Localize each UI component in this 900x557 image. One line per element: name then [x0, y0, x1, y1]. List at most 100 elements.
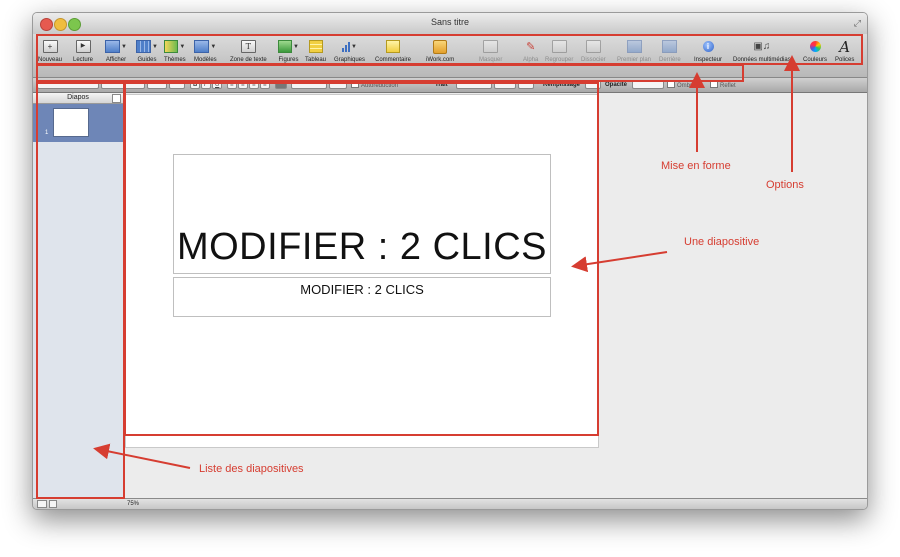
graphiques-label: Graphiques: [334, 57, 366, 63]
nouveau-label: Nouveau: [38, 57, 63, 63]
slide-number: 1: [45, 130, 49, 136]
font-icon: A: [839, 37, 851, 56]
regrouper-label: Regrouper: [545, 57, 574, 63]
front-icon: [626, 40, 642, 53]
couleurs-button[interactable]: Couleurs: [803, 38, 827, 63]
guides-label: Guides: [137, 57, 157, 63]
inspecteur-button[interactable]: i Inspecteur: [694, 38, 722, 63]
derriere-label: Derrière: [659, 57, 681, 63]
dissocier-label: Dissocier: [581, 57, 606, 63]
guides-button[interactable]: ▼ Guides: [136, 38, 158, 63]
figures-label: Figures: [278, 57, 299, 63]
commentaire-button[interactable]: Commentaire: [375, 38, 411, 63]
modeles-button[interactable]: ▼ Modèles: [194, 38, 217, 63]
play-icon: ▶: [75, 40, 91, 53]
view-icon: [105, 40, 120, 53]
stroke-style-select[interactable]: [456, 80, 492, 89]
plus-icon: +: [42, 40, 58, 53]
subtitle-placeholder[interactable]: MODIFIER : 2 CLICS: [173, 277, 551, 317]
lecture-label: Lecture: [73, 57, 94, 63]
premier-plan-button[interactable]: Premier plan: [617, 38, 651, 63]
annotation-options: Options: [766, 179, 804, 191]
commentaire-label: Commentaire: [375, 57, 412, 63]
guides-icon: [136, 40, 151, 53]
donnees-multimedias-label: Données multimédias: [733, 57, 791, 63]
derriere-button[interactable]: Derrière: [659, 38, 681, 63]
remplissage-label: Remplissage: [543, 82, 581, 88]
text-color-well[interactable]: [169, 80, 185, 89]
navigator-options-icon[interactable]: [112, 94, 121, 103]
align-center-button[interactable]: ≡: [238, 80, 248, 89]
modeles-label: Modèles: [194, 57, 217, 63]
tableau-button[interactable]: Tableau: [305, 38, 326, 63]
chart-icon: [342, 41, 351, 52]
ombre-checkbox[interactable]: Ombre: [667, 80, 695, 91]
iwork-icon: [433, 39, 448, 54]
polices-button[interactable]: A Polices: [835, 37, 855, 64]
media-icon: ▣♫: [753, 41, 771, 52]
slide[interactable]: MODIFIER : 2 CLICS MODIFIER : 2 CLICS: [125, 94, 599, 448]
status-bar: 75%: [33, 498, 867, 509]
autoreduction-checkbox[interactable]: Autoréduction: [351, 80, 398, 91]
templates-icon: [194, 40, 210, 53]
line-spacing-select[interactable]: [291, 80, 327, 89]
slide-thumbnail[interactable]: [53, 108, 89, 137]
themes-label: Thèmes: [164, 57, 186, 63]
title-bar[interactable]: Sans titre ⤢: [33, 13, 867, 34]
themes-icon: [164, 40, 179, 53]
alpha-label: Alpha: [523, 57, 539, 63]
group-icon: [551, 40, 567, 53]
annotation-une-diapositive: Une diapositive: [684, 236, 760, 248]
alpha-button[interactable]: ✎ Alpha: [523, 38, 538, 63]
view-mode-stepper[interactable]: [49, 500, 57, 508]
shapes-icon: [278, 40, 292, 53]
justify-button[interactable]: ≡: [260, 80, 270, 89]
annotation-mise-en-forme: Mise en forme: [661, 160, 731, 172]
annotation-liste-diapositives: Liste des diapositives: [199, 463, 304, 475]
view-mode-icon[interactable]: [37, 500, 47, 508]
zoom-select[interactable]: 75%: [127, 500, 139, 509]
title-placeholder[interactable]: MODIFIER : 2 CLICS: [173, 154, 551, 274]
afficher-button[interactable]: ▼ Afficher: [105, 38, 127, 63]
tableau-label: Tableau: [305, 57, 327, 63]
polices-label: Polices: [835, 57, 855, 63]
font-family-select[interactable]: [101, 80, 145, 89]
nouveau-button[interactable]: + Nouveau: [38, 38, 62, 63]
masquer-button[interactable]: Masquer: [479, 38, 502, 63]
slide-title: MODIFIER : 2 CLICS: [176, 226, 548, 268]
info-icon: i: [702, 41, 714, 52]
trait-label: Trait: [435, 82, 448, 88]
font-size-field[interactable]: [147, 80, 167, 89]
fill-color-well[interactable]: [585, 80, 601, 89]
italic-button[interactable]: I: [201, 80, 211, 89]
donnees-multimedias-button[interactable]: ▣♫ Données multimédias: [733, 38, 791, 63]
keynote-window: Sans titre ⤢ + Nouveau ▶ Lecture ▼ Affic…: [32, 12, 868, 510]
comment-icon: [386, 40, 400, 53]
figures-button[interactable]: ▼ Figures: [278, 38, 299, 63]
stroke-color-well[interactable]: [518, 80, 534, 89]
lecture-button[interactable]: ▶ Lecture: [73, 38, 93, 63]
bold-button[interactable]: B: [190, 80, 200, 89]
dissocier-button[interactable]: Dissocier: [581, 38, 606, 63]
slide-canvas: MODIFIER : 2 CLICS MODIFIER : 2 CLICS: [124, 93, 867, 498]
vertical-align-button[interactable]: [275, 80, 287, 89]
slide-thumbnail-row[interactable]: 1: [33, 104, 123, 142]
graphiques-button[interactable]: ▼ Graphiques: [334, 38, 365, 63]
columns-select[interactable]: [329, 80, 347, 89]
sidebar-header-label: Diapos: [67, 94, 89, 101]
fullscreen-icon[interactable]: ⤢: [854, 18, 861, 29]
stroke-width-field[interactable]: [494, 80, 516, 89]
reflet-checkbox[interactable]: Reflet: [710, 80, 736, 91]
zone-de-texte-button[interactable]: T Zone de texte: [230, 38, 267, 63]
iwork-button[interactable]: iWork.com: [426, 38, 454, 63]
underline-button[interactable]: U: [212, 80, 222, 89]
couleurs-label: Couleurs: [803, 57, 828, 63]
paragraph-style-select[interactable]: [37, 80, 99, 89]
align-left-button[interactable]: ≡: [227, 80, 237, 89]
regrouper-button[interactable]: Regrouper: [545, 38, 573, 63]
themes-button[interactable]: ▼ Thèmes: [164, 38, 186, 63]
align-right-button[interactable]: ≡: [249, 80, 259, 89]
slide-navigator: Diapos 1: [33, 93, 124, 498]
opacity-field[interactable]: [632, 80, 664, 89]
premier-plan-label: Premier plan: [617, 57, 652, 63]
